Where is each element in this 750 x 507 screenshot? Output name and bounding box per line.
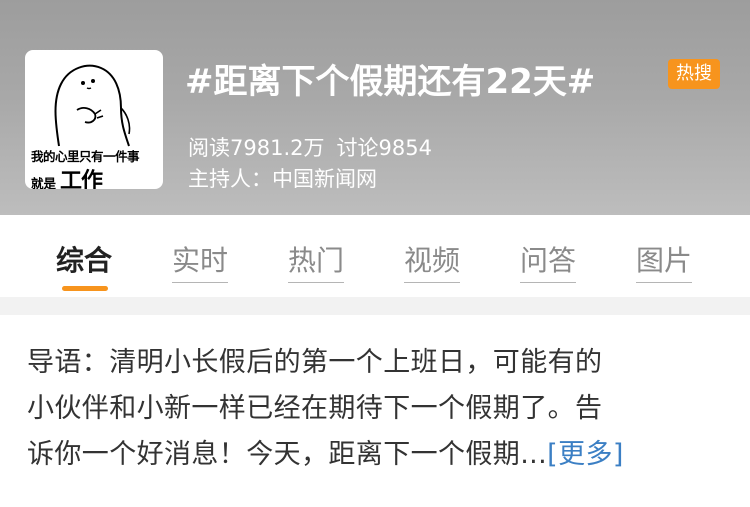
- intro-line: 小伙伴和小新一样已经在期待下一个假期了。告: [27, 393, 603, 424]
- tab-comprehensive[interactable]: 综合: [56, 239, 112, 279]
- more-link[interactable]: [更多]: [547, 439, 624, 470]
- tab-label: 综合: [56, 244, 113, 277]
- tab-bar: 综合 实时 热门 视频 问答 图片: [0, 215, 750, 297]
- tab-hot[interactable]: 热门: [288, 239, 345, 283]
- tab-realtime[interactable]: 实时: [172, 239, 229, 283]
- discussion-count: 讨论9854: [336, 136, 432, 160]
- intro-line: 导语：清明小长假后的第一个上班日，可能有的: [27, 347, 603, 378]
- tab-label: 图片: [636, 244, 693, 277]
- topic-stats: 阅读7981.2万 讨论9854: [188, 132, 432, 162]
- topic-intro: 导语：清明小长假后的第一个上班日，可能有的 小伙伴和小新一样已经在期待下一个假期…: [27, 340, 727, 478]
- tab-images[interactable]: 图片: [636, 239, 693, 283]
- tab-label: 实时: [172, 244, 229, 277]
- tab-label: 热门: [288, 244, 345, 277]
- intro-line-text: 诉你一个好消息！今天，距离下一个假期...: [27, 439, 548, 470]
- tab-label: 问答: [520, 244, 577, 277]
- intro-line-last: 诉你一个好消息！今天，距离下一个假期...[更多]: [27, 432, 727, 478]
- tab-label: 视频: [404, 244, 461, 277]
- ghost-illustration: [54, 64, 131, 147]
- section-divider: [0, 297, 750, 315]
- active-tab-indicator: [62, 286, 108, 291]
- topic-thumbnail[interactable]: 我的心里只有一件事 就是 工作: [25, 50, 163, 189]
- tab-video[interactable]: 视频: [404, 239, 461, 283]
- thumbnail-caption-line2: 就是 工作: [31, 163, 103, 189]
- hot-search-badge: 热搜: [668, 59, 720, 89]
- topic-title: #距离下个假期还有22天#: [185, 62, 596, 102]
- thumbnail-caption-prefix: 就是: [31, 176, 57, 189]
- read-count: 阅读7981.2万: [188, 136, 325, 160]
- topic-host: 主持人：中国新闻网: [188, 167, 377, 191]
- tab-qa[interactable]: 问答: [520, 239, 577, 283]
- thumbnail-caption-big: 工作: [60, 169, 103, 189]
- topic-header: 我的心里只有一件事 就是 工作 #距离下个假期还有22天# 热搜 阅读7981.2…: [0, 0, 750, 215]
